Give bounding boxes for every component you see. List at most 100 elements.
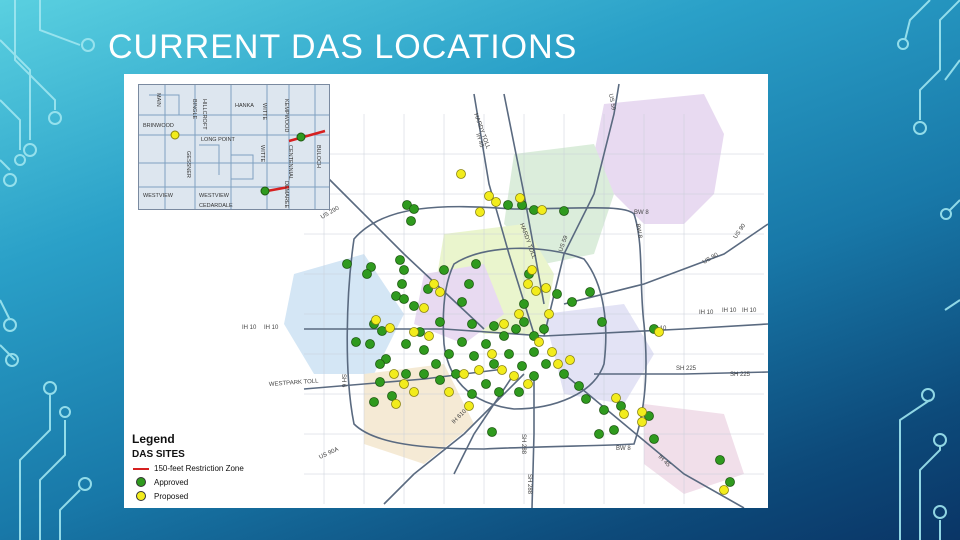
svg-text:CEDARDALE: CEDARDALE [199, 203, 233, 209]
approved-site-marker [375, 359, 385, 369]
svg-text:BINGLE: BINGLE [191, 99, 197, 120]
proposed-site-marker [391, 399, 401, 409]
svg-text:HILLCROFT: HILLCROFT [201, 99, 207, 130]
proposed-site-marker [719, 485, 729, 495]
road-label: BW 8 [634, 223, 643, 239]
proposed-site-marker [389, 369, 399, 379]
proposed-site-marker [474, 365, 484, 375]
approved-site-marker [419, 369, 429, 379]
approved-site-marker [481, 339, 491, 349]
approved-site-marker [401, 339, 411, 349]
road-label: SH 225 [730, 372, 751, 378]
approved-site-marker [503, 200, 513, 210]
approved-site-marker [559, 206, 569, 216]
approved-site-marker [552, 289, 562, 299]
proposed-site-marker [409, 327, 419, 337]
approved-site-marker [494, 387, 504, 397]
road-label: SH 6 [340, 374, 346, 388]
svg-text:MAIN: MAIN [155, 93, 161, 107]
proposed-site-marker [464, 401, 474, 411]
proposed-site-marker [619, 409, 629, 419]
approved-site-marker [435, 317, 445, 327]
svg-text:DEMAREE: DEMAREE [283, 181, 289, 209]
road-label: IH 10 [264, 325, 279, 331]
road-label: BW 8 [634, 210, 649, 216]
road-label: IH 10 [242, 325, 257, 331]
proposed-site-marker [475, 207, 485, 217]
proposed-site-marker [523, 279, 533, 289]
approved-site-marker [369, 397, 379, 407]
svg-text:WITTE: WITTE [259, 145, 265, 162]
approved-site-marker [419, 345, 429, 355]
approved-site-marker [529, 347, 539, 357]
legend-item-approved: Approved [132, 477, 282, 487]
road-label: IH 10 [742, 308, 757, 314]
road-label: SH 288 [526, 474, 532, 495]
road-label: US 90 [702, 252, 720, 266]
proposed-site-marker [531, 286, 541, 296]
proposed-site-marker [514, 309, 524, 319]
das-locations-map: HARDY TOLL US 59 IH 45 BW 8 HARDY TOLL U… [124, 74, 768, 508]
proposed-site-marker [499, 319, 509, 329]
approved-site-marker [375, 377, 385, 387]
legend-label: Proposed [154, 491, 189, 501]
approved-site-marker [439, 265, 449, 275]
proposed-site-marker [637, 407, 647, 417]
approved-site-marker [467, 319, 477, 329]
approved-site-marker [406, 216, 416, 226]
approved-site-marker [514, 387, 524, 397]
proposed-site-marker [527, 265, 537, 275]
proposed-site-marker [547, 347, 557, 357]
approved-site-marker [444, 349, 454, 359]
approved-site-marker [649, 434, 659, 444]
approved-site-marker [365, 339, 375, 349]
svg-text:CENTENNIAL: CENTENNIAL [287, 145, 293, 180]
legend-item-proposed: Proposed [132, 491, 282, 501]
proposed-site-marker [459, 369, 469, 379]
approved-site-marker [481, 379, 491, 389]
approved-site-marker [559, 369, 569, 379]
approved-site-marker [517, 361, 527, 371]
approved-site-marker [511, 324, 521, 334]
proposed-site-marker [444, 387, 454, 397]
approved-site-marker [362, 269, 372, 279]
legend-subtitle: DAS SITES [132, 449, 185, 460]
approved-site-marker [585, 287, 595, 297]
legend-title: Legend [132, 432, 175, 446]
proposed-site-marker [541, 283, 551, 293]
svg-text:WESTVIEW: WESTVIEW [143, 193, 174, 199]
proposed-site-marker [424, 331, 434, 341]
svg-text:WITTE: WITTE [261, 103, 267, 120]
approved-site-marker [539, 324, 549, 334]
approved-site-marker [431, 359, 441, 369]
approved-site-marker [574, 381, 584, 391]
approved-site-marker [529, 371, 539, 381]
legend-label: Approved [154, 477, 189, 487]
approved-site-marker [581, 394, 591, 404]
approved-site-marker [409, 301, 419, 311]
approved-site-marker [469, 351, 479, 361]
approved-site-marker [409, 204, 419, 214]
approved-site-marker [599, 405, 609, 415]
road-label: SH 288 [520, 434, 526, 455]
approved-site-marker [487, 427, 497, 437]
approved-site-marker [401, 369, 411, 379]
slide-title: CURRENT DAS LOCATIONS [108, 28, 578, 66]
approved-site-marker [519, 299, 529, 309]
proposed-site-marker [553, 359, 563, 369]
map-legend: Legend DAS SITES 150-feet Restriction Zo… [132, 432, 282, 501]
proposed-site-marker [399, 379, 409, 389]
approved-site-marker [609, 425, 619, 435]
svg-text:GESSNER: GESSNER [185, 151, 191, 178]
proposed-site-marker [456, 169, 466, 179]
proposed-site-marker [371, 315, 381, 325]
yellow-circle-icon [136, 491, 146, 501]
road-label: WESTPARK TOLL [269, 378, 320, 387]
proposed-site-marker [487, 349, 497, 359]
approved-site-marker [489, 359, 499, 369]
legend-item-restriction: 150-feet Restriction Zone [132, 464, 282, 473]
proposed-site-marker [385, 323, 395, 333]
proposed-site-marker [429, 279, 439, 289]
approved-site-marker [457, 297, 467, 307]
approved-site-marker [467, 389, 477, 399]
